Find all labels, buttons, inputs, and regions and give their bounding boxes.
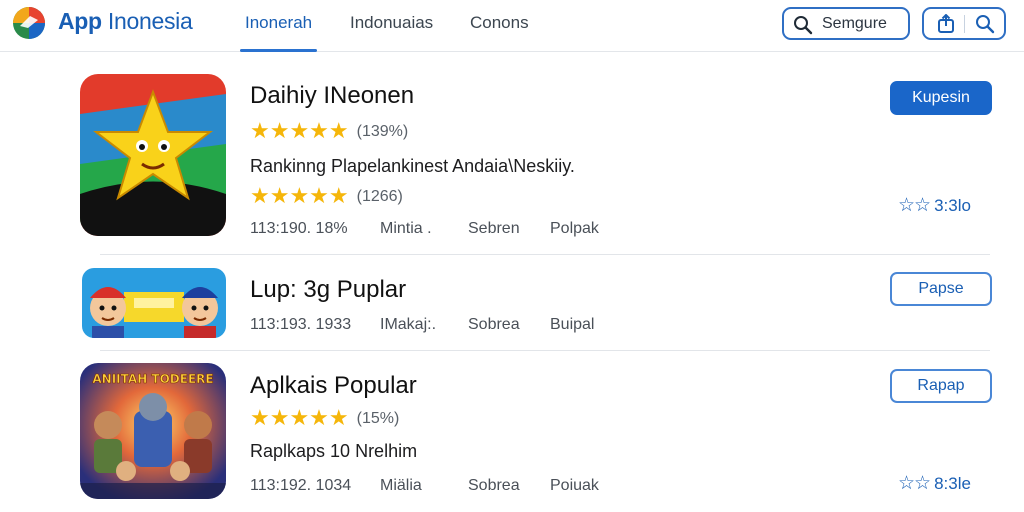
- meta-tag: Buipal: [550, 316, 595, 333]
- meta-tag: Sebren: [468, 220, 520, 237]
- brand-suffix: Inonesia: [107, 8, 193, 34]
- divider: [100, 254, 990, 255]
- toolbar-divider: [964, 15, 965, 33]
- share-icon[interactable]: [936, 14, 956, 34]
- app-title[interactable]: Aplkais Popular: [250, 372, 417, 400]
- app-thumbnail-star[interactable]: [80, 74, 226, 236]
- tab-indonuaias[interactable]: Indonuaias: [350, 13, 433, 52]
- search-icon: [794, 16, 813, 35]
- brand-app: App: [58, 8, 102, 34]
- app-thumbnail-heroes[interactable]: ANIITAH TODEERE: [80, 363, 226, 499]
- get-button[interactable]: Papse: [890, 272, 992, 306]
- thumbnail-text: ANIITAH TODEERE: [92, 372, 213, 386]
- rating: ★★★★★ (139%): [250, 118, 408, 144]
- app-description: Raplkaps 10 Nrelhim: [250, 441, 418, 461]
- star-outline-icon: ☆☆: [898, 473, 931, 494]
- tab-conons[interactable]: Conons: [470, 13, 529, 52]
- side-rating-value: 8:3le: [934, 474, 971, 493]
- install-button[interactable]: Kupesin: [890, 81, 992, 115]
- meta-stat: 113:190. 18%: [250, 220, 348, 237]
- rating-stars: ★★★★★: [250, 183, 349, 208]
- side-rating: ☆☆ 8:3le: [898, 472, 971, 495]
- meta-category: Miälia: [380, 477, 422, 494]
- meta-tag: Sobrea: [468, 316, 520, 333]
- search-button[interactable]: Semgure: [782, 7, 910, 40]
- rating-count: (1266): [356, 188, 403, 205]
- search-label: Semgure: [822, 15, 887, 32]
- search-icon[interactable]: [975, 14, 995, 34]
- rating-count: (15%): [356, 410, 400, 427]
- meta-stat: 113:193. 1933: [250, 316, 352, 333]
- divider: [100, 350, 990, 351]
- side-rating: ☆☆ 3:3lo: [898, 194, 971, 217]
- rating-stars: ★★★★★: [250, 405, 349, 430]
- top-bar: App Inonesia Inonerah Indonuaias Conons …: [0, 0, 1024, 52]
- meta-category: IMakaj:.: [380, 316, 437, 333]
- meta-tag: Polpak: [550, 220, 599, 237]
- app-title[interactable]: Daihiy INeonen: [250, 82, 414, 110]
- rating-stars: ★★★★★: [250, 118, 349, 143]
- app-thumbnail-characters[interactable]: [82, 268, 226, 338]
- meta-stat: 113:192. 1034: [250, 477, 352, 494]
- rating-count: (139%): [356, 123, 409, 140]
- tab-inonerah[interactable]: Inonerah: [239, 13, 318, 52]
- app-logo-icon[interactable]: [12, 6, 46, 40]
- get-button[interactable]: Rapap: [890, 369, 992, 403]
- rating: ★★★★★ (15%): [250, 405, 399, 431]
- meta-tag: Sobrea: [468, 477, 520, 494]
- app-description: Rankinng Plapelankinest Andaia\Neskiiy.: [250, 156, 575, 176]
- app-title[interactable]: Lup: 3g Puplar: [250, 276, 406, 304]
- brand-name[interactable]: App Inonesia: [58, 8, 193, 35]
- star-outline-icon: ☆☆: [898, 195, 931, 216]
- meta-category: Mintia .: [380, 220, 432, 237]
- side-rating-value: 3:3lo: [934, 196, 971, 215]
- rating-secondary: ★★★★★ (1266): [250, 183, 403, 209]
- meta-tag: Poiuak: [550, 477, 599, 494]
- toolbar-icon-group: [922, 7, 1006, 40]
